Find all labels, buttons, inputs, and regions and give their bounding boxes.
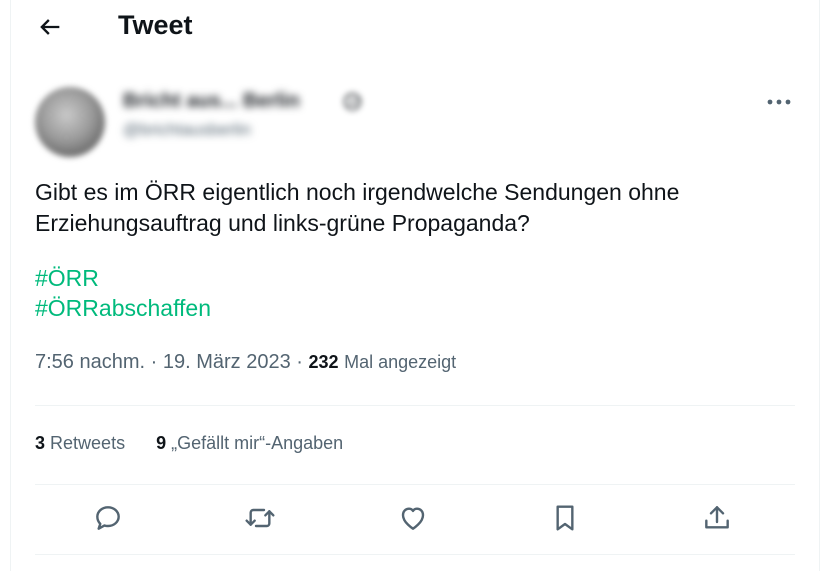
hashtag-link[interactable]: #ÖRR [35,265,99,292]
engagement-stats: 3 Retweets 9 „Gefällt mir“-Angaben [35,433,369,454]
views-count: 232 [308,352,339,372]
meta-separator: · [290,351,309,373]
author-emoji: 😥 [342,92,363,114]
likes-count: 9 [156,433,167,453]
timeline-column [10,0,820,571]
tweet-text: Gibt es im ÖRR eigentlich noch irgendwel… [35,177,795,239]
hashtag-link[interactable]: #ÖRRabschaffen [35,295,211,322]
arrow-left-icon[interactable] [36,13,64,41]
top-bar: Tweet [0,0,828,54]
divider [35,484,795,485]
tweet-time[interactable]: 7:56 nachm. [35,351,145,373]
author-display-name[interactable]: Bricht aus... Berlin [123,90,300,113]
page-title: Tweet [118,10,193,40]
retweet-icon[interactable] [244,502,280,538]
share-icon[interactable] [701,502,737,538]
views-label: Mal angezeigt [344,352,457,372]
retweets-count: 3 [35,433,46,453]
likes-stat[interactable]: 9 „Gefällt mir“-Angaben [156,433,343,453]
meta-separator: · [145,351,163,373]
author-handle[interactable]: @brichtausberlin [123,120,251,140]
likes-label: „Gefällt mir“-Angaben [171,433,344,453]
avatar[interactable] [35,87,105,157]
retweets-label: Retweets [50,433,126,453]
heart-icon[interactable] [397,502,433,538]
tweet-meta: 7:56 nachm. · 19. März 2023 · 232 Mal an… [35,351,456,374]
tweet-text-line: Erziehungsauftrag und links-grüne Propag… [35,210,530,236]
tweet-text-line: Gibt es im ÖRR eigentlich noch irgendwel… [35,179,680,205]
divider [35,554,795,555]
tweet-date[interactable]: 19. März 2023 [163,351,291,373]
reply-icon[interactable] [92,502,128,538]
divider [35,405,795,406]
bookmark-icon[interactable] [549,502,585,538]
retweets-stat[interactable]: 3 Retweets [35,433,125,453]
more-horizontal-icon[interactable] [764,92,794,112]
